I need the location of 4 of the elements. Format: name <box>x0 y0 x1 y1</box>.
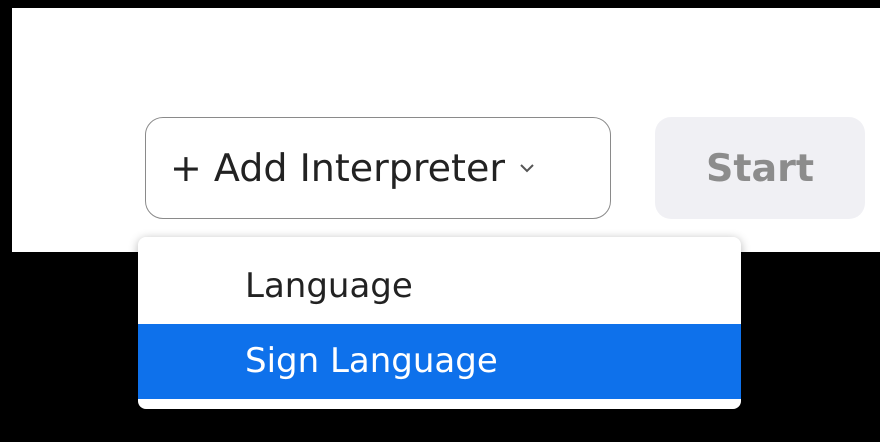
caret-icon <box>518 163 535 173</box>
add-interpreter-button[interactable]: + Add Interpreter <box>145 117 611 219</box>
menu-item[interactable]: Sign Language <box>138 324 741 399</box>
menu-item[interactable]: Language <box>138 249 741 324</box>
